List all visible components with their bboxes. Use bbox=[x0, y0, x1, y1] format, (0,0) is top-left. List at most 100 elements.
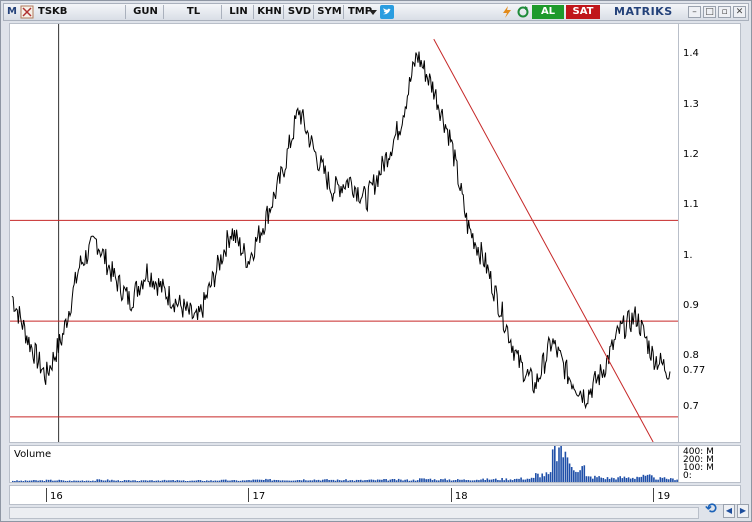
volume-bar bbox=[480, 479, 482, 482]
volume-bar bbox=[208, 480, 210, 482]
volume-bar bbox=[617, 477, 619, 482]
volume-bar bbox=[414, 480, 417, 482]
volume-bar bbox=[60, 480, 63, 482]
horizontal-scrollbar[interactable] bbox=[9, 507, 699, 519]
close-button[interactable]: ✕ bbox=[733, 6, 746, 18]
volume-pane[interactable]: Volume bbox=[9, 441, 687, 483]
volume-bar bbox=[589, 476, 592, 482]
volume-bar bbox=[383, 479, 385, 482]
chart-type-button[interactable]: KHN bbox=[256, 5, 284, 19]
volume-bar bbox=[372, 479, 375, 482]
volume-bar bbox=[674, 480, 676, 482]
volume-bar bbox=[47, 479, 50, 482]
x-tick-label: 18 bbox=[454, 491, 468, 502]
minimize-button[interactable]: – bbox=[688, 6, 701, 18]
volume-bar bbox=[172, 480, 174, 482]
volume-bar bbox=[374, 480, 377, 482]
volume-bar bbox=[77, 480, 79, 482]
maximize-button[interactable]: □ bbox=[703, 6, 716, 18]
price-chart-pane[interactable] bbox=[9, 23, 679, 443]
volume-bar bbox=[556, 461, 558, 482]
volume-bar bbox=[24, 480, 27, 482]
price-axis[interactable]: 1.4 1.3 1.2 1.1 1. 0.9 0.8 0.77 0.7 bbox=[679, 23, 741, 443]
refresh-icon[interactable] bbox=[516, 5, 530, 19]
chart-toolbar: M TSKB GUN TL LIN KHN SVD SYM TMP AL SAT… bbox=[3, 3, 749, 21]
volume-axis: 400: M 200: M 100: M 0: bbox=[679, 445, 741, 483]
volume-bar bbox=[598, 476, 600, 482]
lightning-icon[interactable] bbox=[500, 5, 514, 19]
close-symbol-icon[interactable] bbox=[20, 5, 34, 19]
volume-bar bbox=[410, 480, 413, 482]
volume-bar bbox=[349, 480, 351, 482]
volume-bar bbox=[469, 480, 472, 482]
volume-bar bbox=[263, 480, 265, 482]
volume-bar bbox=[465, 480, 467, 482]
volume-bar bbox=[501, 478, 503, 482]
volume-bar bbox=[117, 480, 119, 482]
volume-bar bbox=[113, 480, 115, 482]
save-view-button[interactable]: SVD bbox=[286, 5, 314, 19]
volume-bar bbox=[404, 479, 406, 482]
volume-bar bbox=[566, 457, 569, 482]
volume-bar bbox=[92, 480, 94, 482]
volume-bar bbox=[520, 477, 522, 482]
volume-bar bbox=[486, 478, 489, 482]
currency-button[interactable]: TL bbox=[166, 5, 222, 19]
sync-icon[interactable]: ⟲ bbox=[701, 500, 721, 518]
volume-bar bbox=[400, 479, 402, 482]
volume-bar bbox=[516, 478, 518, 482]
restore-button[interactable]: ▫ bbox=[718, 6, 731, 18]
volume-bar bbox=[587, 476, 590, 482]
volume-bar bbox=[452, 480, 455, 482]
y-tick-label: 0.7 bbox=[683, 400, 699, 412]
volume-bar bbox=[387, 480, 389, 482]
x-tick-mark bbox=[46, 488, 47, 502]
volume-bar bbox=[670, 478, 672, 482]
volume-bar bbox=[338, 480, 341, 482]
volume-bar bbox=[507, 480, 510, 482]
buy-button[interactable]: AL bbox=[532, 5, 564, 19]
time-axis[interactable]: 16 17 18 19 bbox=[9, 485, 741, 505]
template-dropdown-icon[interactable] bbox=[366, 5, 380, 19]
volume-bar bbox=[94, 480, 96, 482]
volume-bar bbox=[543, 476, 546, 482]
brand-logo: MATRIKS bbox=[614, 5, 673, 18]
volume-bar bbox=[142, 480, 145, 482]
volume-title: Volume bbox=[14, 449, 52, 460]
symbol-button[interactable]: SYM bbox=[316, 5, 344, 19]
sell-button[interactable]: SAT bbox=[566, 5, 600, 19]
volume-bar bbox=[634, 478, 636, 482]
volume-bar bbox=[381, 479, 383, 482]
chart-window: M TSKB GUN TL LIN KHN SVD SYM TMP AL SAT… bbox=[0, 0, 752, 522]
volume-bar bbox=[28, 480, 31, 482]
volume-bar bbox=[488, 479, 491, 482]
volume-bar bbox=[425, 479, 427, 482]
volume-bar bbox=[551, 449, 554, 482]
volume-bar bbox=[64, 480, 67, 482]
volume-bar bbox=[319, 480, 322, 482]
volume-bar bbox=[294, 480, 297, 482]
volume-bar bbox=[96, 479, 98, 482]
right-margin bbox=[743, 23, 751, 483]
volume-bar bbox=[189, 480, 191, 482]
volume-bar bbox=[140, 480, 143, 482]
symbol-field[interactable]: TSKB bbox=[36, 5, 126, 19]
price-line bbox=[11, 51, 671, 410]
period-button[interactable]: GUN bbox=[128, 5, 164, 19]
volume-bar bbox=[665, 478, 668, 482]
volume-bar bbox=[395, 480, 398, 482]
volume-bar bbox=[433, 479, 436, 482]
volume-bar bbox=[300, 480, 303, 482]
volume-bar bbox=[336, 479, 339, 482]
scroll-right-icon[interactable]: ▶ bbox=[737, 504, 749, 518]
volume-bar bbox=[119, 481, 122, 482]
app-menu-icon[interactable]: M bbox=[6, 5, 18, 19]
twitter-icon[interactable] bbox=[380, 5, 394, 19]
scroll-left-icon[interactable]: ◀ bbox=[723, 504, 735, 518]
volume-bar bbox=[615, 479, 617, 482]
volume-bar bbox=[45, 479, 48, 482]
volume-bar bbox=[353, 480, 356, 482]
volume-bar bbox=[229, 480, 231, 482]
volume-bar bbox=[168, 480, 170, 482]
scale-button[interactable]: LIN bbox=[224, 5, 254, 19]
